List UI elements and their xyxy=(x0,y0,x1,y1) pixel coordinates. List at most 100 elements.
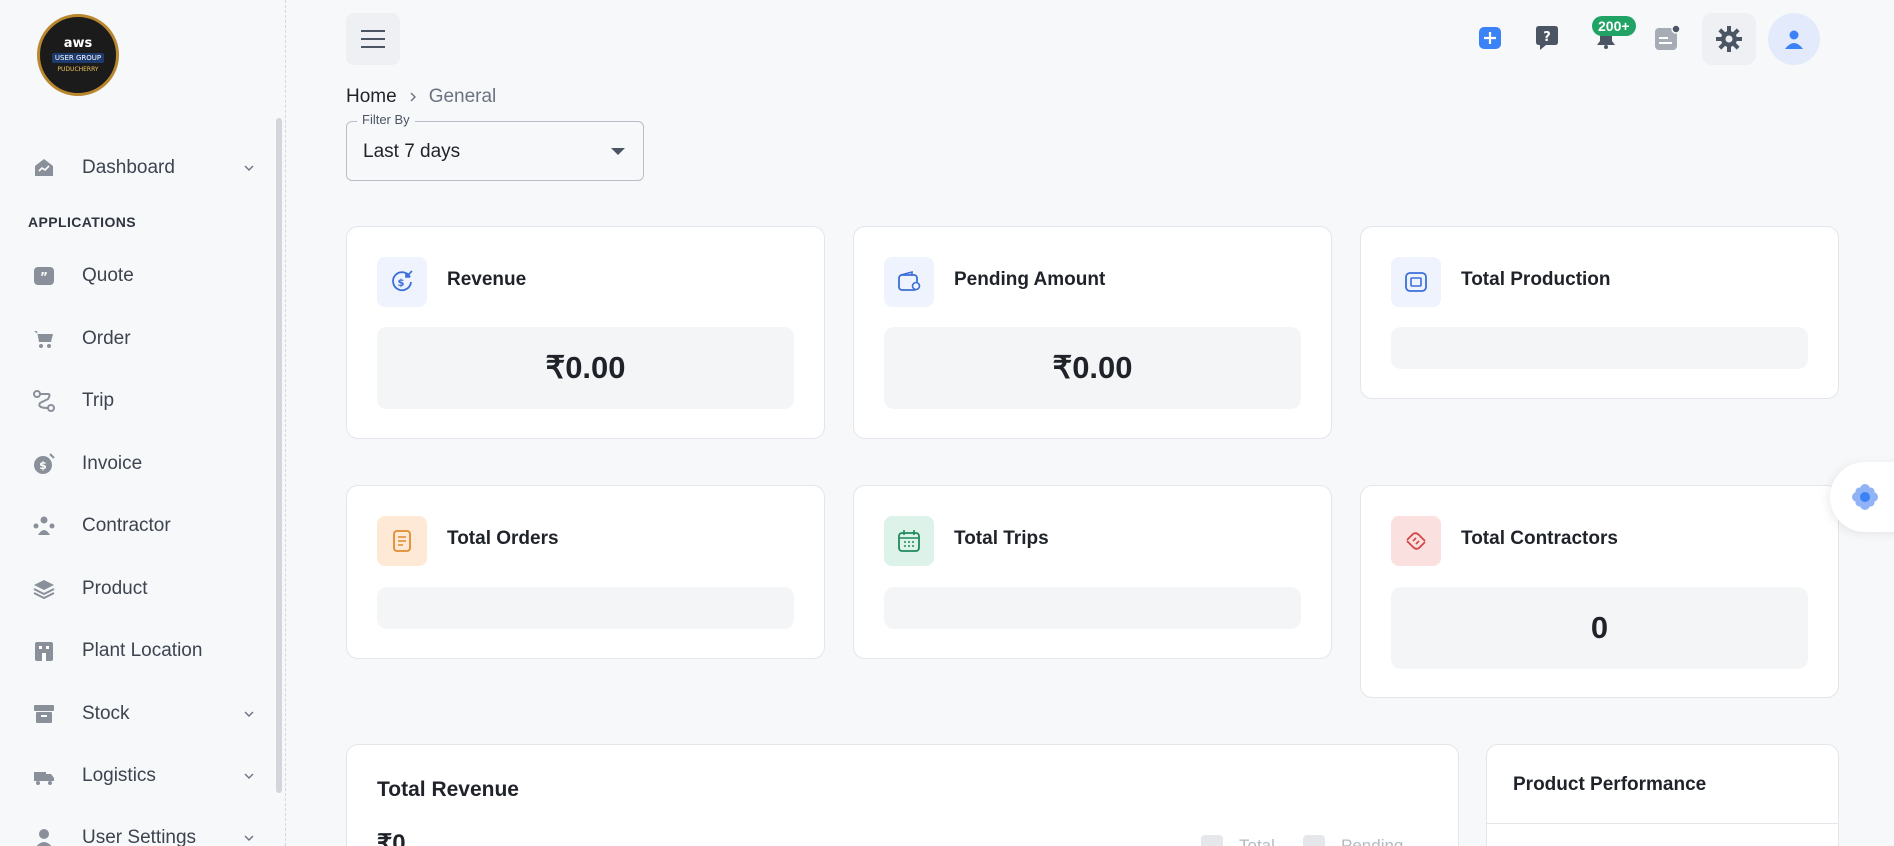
settings-button[interactable] xyxy=(1702,13,1756,65)
revenue-title: Revenue xyxy=(447,269,527,290)
svg-text:$: $ xyxy=(398,278,405,289)
breadcrumb-home-link[interactable]: Home xyxy=(346,86,397,108)
breadcrumb-current: General xyxy=(428,86,497,107)
legend-total-toggle[interactable]: Total xyxy=(1201,835,1275,846)
chevron-down-icon xyxy=(244,773,254,779)
product-performance-card: Product Performance xyxy=(1486,744,1839,846)
sidebar-item-label: Order xyxy=(82,328,131,349)
message-icon xyxy=(1655,24,1681,50)
sidebar-scrollbar[interactable] xyxy=(276,118,282,793)
quote-icon: ” xyxy=(32,264,66,288)
legend-pending-label: Pending xyxy=(1341,836,1404,846)
sidebar-item-label: Dashboard xyxy=(82,157,175,178)
truck-icon xyxy=(32,764,66,788)
revenue-value: ₹0.00 xyxy=(377,327,794,409)
chart-home-icon xyxy=(32,156,66,180)
sidebar-item-contractor[interactable]: Contractor xyxy=(32,506,256,546)
total-revenue-amount: ₹0 xyxy=(377,830,406,846)
menu-toggle-button[interactable] xyxy=(346,13,400,65)
plus-square-icon xyxy=(1479,27,1501,49)
user-icon xyxy=(1785,30,1803,49)
hamburger-icon xyxy=(361,30,385,48)
sidebar-item-label: Invoice xyxy=(82,453,143,474)
user-avatar-button[interactable] xyxy=(1768,13,1820,65)
total-trips-title: Total Trips xyxy=(954,528,1049,549)
total-contractors-value: 0 xyxy=(1391,587,1808,669)
coin-icon: $ xyxy=(32,452,66,476)
sidebar-item-dashboard[interactable]: Dashboard xyxy=(32,148,256,188)
pending-amount-title: Pending Amount xyxy=(954,269,1106,290)
production-icon xyxy=(1391,257,1441,307)
sidebar-item-trip[interactable]: Trip xyxy=(32,381,256,421)
total-trips-value xyxy=(884,587,1301,629)
total-revenue-card: Total Revenue ₹0 Total Pending xyxy=(346,744,1459,846)
total-production-title: Total Production xyxy=(1461,269,1611,290)
revenue-card: $ Revenue ₹0.00 xyxy=(346,226,825,439)
legend-pending-checkbox xyxy=(1303,835,1325,846)
help-chat-icon: ? xyxy=(1536,26,1558,50)
chevron-down-icon xyxy=(244,165,254,171)
route-icon xyxy=(32,389,66,413)
svg-text:$: $ xyxy=(39,459,47,472)
handshake-icon xyxy=(1391,516,1441,566)
total-orders-title: Total Orders xyxy=(447,528,559,549)
total-orders-card: Total Orders xyxy=(346,485,825,659)
logo-aws-text: aws xyxy=(63,36,93,51)
sidebar-item-label: Logistics xyxy=(82,765,156,786)
sidebar-item-label: Plant Location xyxy=(82,640,203,661)
sidebar-item-label: Quote xyxy=(82,265,134,286)
archive-icon xyxy=(32,702,66,726)
chevron-down-icon xyxy=(244,835,254,841)
pending-amount-card: Pending Amount ₹0.00 xyxy=(853,226,1332,439)
logo-city-text: PUDUCHERRY xyxy=(57,66,99,73)
add-button[interactable] xyxy=(1474,22,1506,54)
total-contractors-card: Total Contractors 0 xyxy=(1360,485,1839,698)
sidebar-item-label: Stock xyxy=(82,703,130,724)
sidebar: aws USER GROUP PUDUCHERRY Dashboard APPL… xyxy=(0,0,286,846)
total-revenue-title: Total Revenue xyxy=(377,778,519,801)
legend-total-label: Total xyxy=(1239,836,1275,846)
total-trips-card: Total Trips xyxy=(853,485,1332,659)
svg-text:?: ? xyxy=(1543,30,1551,45)
sidebar-item-quote[interactable]: ” Quote xyxy=(32,256,256,296)
theme-customizer-button[interactable] xyxy=(1830,462,1894,532)
sidebar-item-label: Product xyxy=(82,578,148,599)
chevron-right-icon xyxy=(410,92,416,102)
orders-list-icon xyxy=(377,516,427,566)
building-icon xyxy=(32,639,66,663)
sidebar-item-label: User Settings xyxy=(82,827,197,846)
sidebar-item-label: Trip xyxy=(82,390,115,411)
filter-by-select[interactable]: Filter By Last 7 days xyxy=(346,112,644,181)
layers-icon xyxy=(32,577,66,601)
chevron-down-icon xyxy=(244,711,254,717)
sidebar-item-order[interactable]: Order xyxy=(32,319,256,359)
divider xyxy=(1487,823,1838,824)
sidebar-item-logistics[interactable]: Logistics xyxy=(32,756,256,796)
sidebar-item-product[interactable]: Product xyxy=(32,569,256,609)
sidebar-item-user-settings[interactable]: User Settings xyxy=(32,818,256,846)
user-lock-icon xyxy=(32,826,66,846)
total-production-card: Total Production xyxy=(1360,226,1839,399)
sidebar-item-label: Contractor xyxy=(82,515,171,536)
caret-down-icon xyxy=(611,148,625,155)
breadcrumb: Home General xyxy=(346,86,496,108)
gear-icon xyxy=(1716,26,1742,52)
wallet-icon xyxy=(884,257,934,307)
sidebar-item-stock[interactable]: Stock xyxy=(32,694,256,734)
pending-amount-value: ₹0.00 xyxy=(884,327,1301,409)
legend-pending-toggle[interactable]: Pending xyxy=(1303,835,1403,846)
help-button[interactable]: ? xyxy=(1531,22,1563,54)
sidebar-item-invoice[interactable]: $ Invoice xyxy=(32,444,256,484)
messages-button[interactable] xyxy=(1652,22,1684,54)
aws-user-group-logo[interactable]: aws USER GROUP PUDUCHERRY xyxy=(37,14,119,96)
notification-count-badge: 200+ xyxy=(1592,16,1636,36)
total-contractors-title: Total Contractors xyxy=(1461,528,1618,549)
product-performance-title: Product Performance xyxy=(1513,774,1707,795)
cart-icon xyxy=(32,327,66,351)
sidebar-item-plant-location[interactable]: Plant Location xyxy=(32,631,256,671)
legend-total-checkbox xyxy=(1201,835,1223,846)
section-title-applications: APPLICATIONS xyxy=(28,214,136,230)
svg-text:”: ” xyxy=(40,270,48,284)
people-icon xyxy=(32,514,66,538)
flower-settings-icon xyxy=(1852,484,1878,510)
